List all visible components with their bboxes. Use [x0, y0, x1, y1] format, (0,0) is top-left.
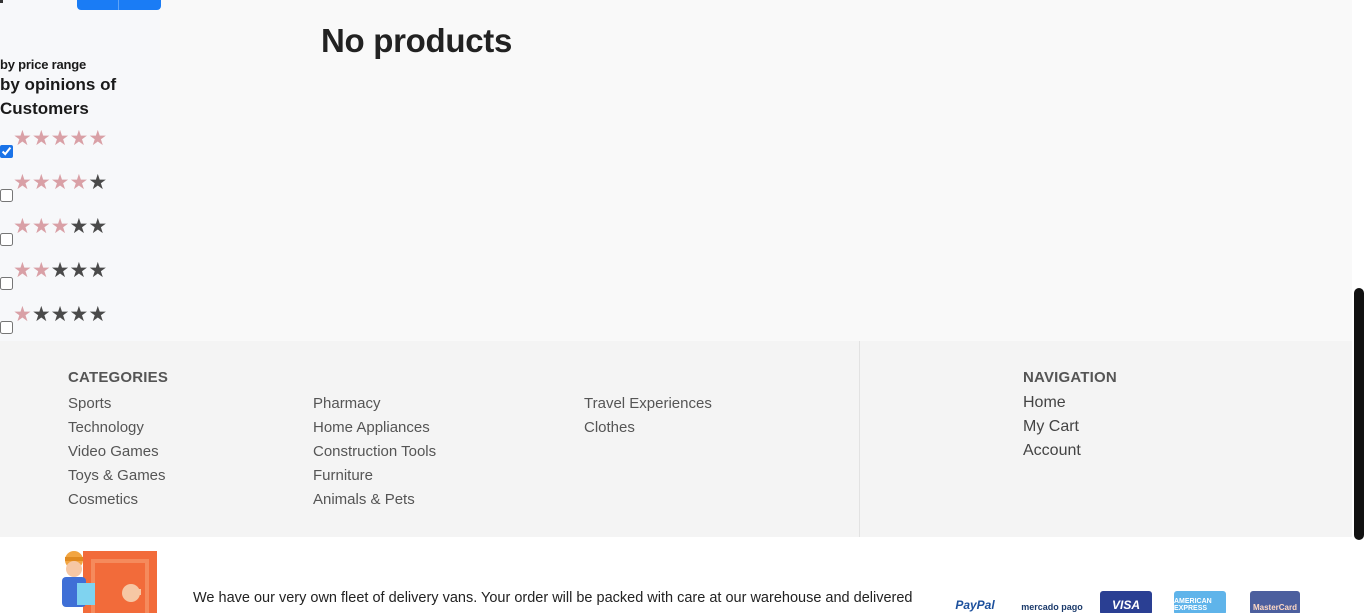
nav-link-account[interactable]: Account	[1023, 439, 1081, 463]
rating-checkbox[interactable]	[0, 189, 13, 202]
rating-filter-row[interactable]: ★★★★★	[0, 216, 160, 261]
site-footer: CATEGORIES Sports Technology Video Games…	[0, 341, 1352, 537]
filter-price-heading: by price range	[0, 57, 87, 72]
filter-sidebar: by price range by opinions of Customers …	[0, 0, 161, 341]
category-link-toys-games[interactable]: Toys & Games	[68, 464, 166, 488]
rating-checkbox[interactable]	[0, 321, 13, 334]
category-link-clothes[interactable]: Clothes	[584, 416, 712, 440]
category-link-cosmetics[interactable]: Cosmetics	[68, 488, 166, 512]
category-link-technology[interactable]: Technology	[68, 416, 166, 440]
navigation-heading: NAVIGATION	[1023, 369, 1117, 386]
rating-checkbox[interactable]	[0, 277, 13, 290]
categories-column-2: Pharmacy Home Appliances Construction To…	[313, 392, 436, 512]
star-filled-icon: ★	[31, 215, 51, 238]
star-filled-icon: ★	[69, 171, 89, 194]
star-filled-icon: ★	[50, 171, 70, 194]
star-empty-icon: ★	[88, 259, 108, 282]
rating-stars: ★★★★★	[13, 128, 107, 150]
star-empty-icon: ★	[88, 171, 108, 194]
delivery-section: We have our very own fleet of delivery v…	[0, 537, 1352, 613]
star-empty-icon: ★	[88, 303, 108, 326]
star-empty-icon: ★	[88, 215, 108, 238]
filter-opinions-heading: by opinions of Customers	[0, 75, 117, 118]
star-filled-icon: ★	[31, 171, 51, 194]
rating-filter-row[interactable]: ★★★★★	[0, 260, 160, 305]
mastercard-logo: MasterCard	[1250, 591, 1300, 613]
star-filled-icon: ★	[13, 259, 32, 282]
nav-link-home[interactable]: Home	[1023, 391, 1081, 415]
categories-column-1: Sports Technology Video Games Toys & Gam…	[68, 392, 166, 512]
rating-filter-row[interactable]: ★★★★★	[0, 128, 160, 173]
star-filled-icon: ★	[13, 215, 32, 238]
rating-stars: ★★★★★	[13, 304, 107, 326]
category-link-video-games[interactable]: Video Games	[68, 440, 166, 464]
delivery-person-illustration	[62, 551, 157, 613]
category-link-pharmacy[interactable]: Pharmacy	[313, 392, 436, 416]
star-empty-icon: ★	[69, 215, 89, 238]
rating-checkbox[interactable]	[0, 145, 13, 158]
empty-results-message: No products	[321, 22, 513, 59]
star-filled-icon: ★	[31, 127, 51, 150]
star-filled-icon: ★	[50, 127, 70, 150]
price-input-fragment	[0, 0, 3, 3]
content-area	[0, 0, 1352, 341]
rating-checkbox[interactable]	[0, 233, 13, 246]
category-link-travel-experiences[interactable]: Travel Experiences	[584, 392, 712, 416]
star-empty-icon: ★	[50, 259, 70, 282]
rating-filter-row[interactable]: ★★★★★	[0, 172, 160, 217]
rating-stars: ★★★★★	[13, 172, 107, 194]
visa-logo: VISA	[1100, 591, 1152, 613]
paypal-logo: PayPal	[955, 598, 995, 612]
star-empty-icon: ★	[31, 303, 51, 326]
footer-divider	[859, 341, 860, 537]
star-filled-icon: ★	[31, 259, 51, 282]
categories-heading: CATEGORIES	[68, 369, 169, 386]
category-link-sports[interactable]: Sports	[68, 392, 166, 416]
rating-stars: ★★★★★	[13, 216, 107, 238]
category-link-furniture[interactable]: Furniture	[313, 464, 436, 488]
star-filled-icon: ★	[69, 127, 89, 150]
star-filled-icon: ★	[13, 303, 32, 326]
american-express-logo: AMERICAN EXPRESS	[1174, 591, 1226, 613]
delivery-description: We have our very own fleet of delivery v…	[193, 590, 913, 606]
star-filled-icon: ★	[50, 215, 70, 238]
nav-link-my-cart[interactable]: My Cart	[1023, 415, 1081, 439]
category-link-construction-tools[interactable]: Construction Tools	[313, 440, 436, 464]
star-filled-icon: ★	[13, 127, 32, 150]
mercado-pago-logo: mercado pago	[1021, 602, 1083, 612]
button-divider	[118, 0, 119, 10]
star-empty-icon: ★	[69, 259, 89, 282]
categories-column-3: Travel Experiences Clothes	[584, 392, 712, 440]
apply-filter-button[interactable]	[77, 0, 161, 10]
star-filled-icon: ★	[88, 127, 108, 150]
category-link-animals-pets[interactable]: Animals & Pets	[313, 488, 436, 512]
star-empty-icon: ★	[50, 303, 70, 326]
star-filled-icon: ★	[13, 171, 32, 194]
category-link-home-appliances[interactable]: Home Appliances	[313, 416, 436, 440]
page-scrollbar-thumb[interactable]	[1354, 288, 1364, 540]
navigation-links: Home My Cart Account	[1023, 391, 1081, 463]
rating-stars: ★★★★★	[13, 260, 107, 282]
star-empty-icon: ★	[69, 303, 89, 326]
